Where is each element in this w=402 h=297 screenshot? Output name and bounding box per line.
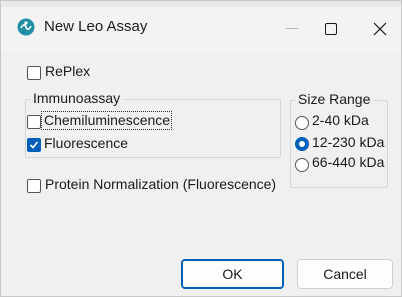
size-range-12-230-radio[interactable] <box>295 137 309 151</box>
cancel-button[interactable]: Cancel <box>297 259 393 289</box>
size-range-2-40-label[interactable]: 2-40 kDa <box>312 112 369 128</box>
chemiluminescence-label[interactable]: Chemiluminescence <box>44 112 170 128</box>
fluorescence-label[interactable]: Fluorescence <box>44 135 128 151</box>
protein-normalization-checkbox[interactable] <box>27 179 41 193</box>
close-button[interactable] <box>357 11 402 47</box>
protein-normalization-label[interactable]: Protein Normalization (Fluorescence) <box>45 176 276 192</box>
replex-label[interactable]: RePlex <box>45 63 90 79</box>
window-title: New Leo Assay <box>44 18 148 35</box>
chemiluminescence-checkbox[interactable] <box>27 115 41 129</box>
title-bar: New Leo Assay <box>1 1 401 53</box>
size-range-12-230-label[interactable]: 12-230 kDa <box>312 134 384 150</box>
maximize-button[interactable] <box>308 11 354 47</box>
ok-button[interactable]: OK <box>181 259 284 289</box>
new-leo-assay-dialog: New Leo Assay RePlex Immunoassay Chemilu… <box>0 0 402 297</box>
replex-checkbox[interactable] <box>27 66 41 80</box>
background-strip <box>1 1 401 7</box>
size-range-66-440-label[interactable]: 66-440 kDa <box>312 154 384 170</box>
immunoassay-group-title: Immunoassay <box>30 90 124 106</box>
minimize-icon <box>286 28 298 29</box>
size-range-group-title: Size Range <box>295 91 374 107</box>
leo-app-icon <box>17 18 35 36</box>
fluorescence-checkbox[interactable] <box>27 138 41 152</box>
maximize-icon <box>325 23 337 35</box>
size-range-2-40-radio[interactable] <box>295 116 309 130</box>
size-range-66-440-radio[interactable] <box>295 158 309 172</box>
close-icon <box>373 22 387 36</box>
checkmark-icon <box>29 141 39 149</box>
